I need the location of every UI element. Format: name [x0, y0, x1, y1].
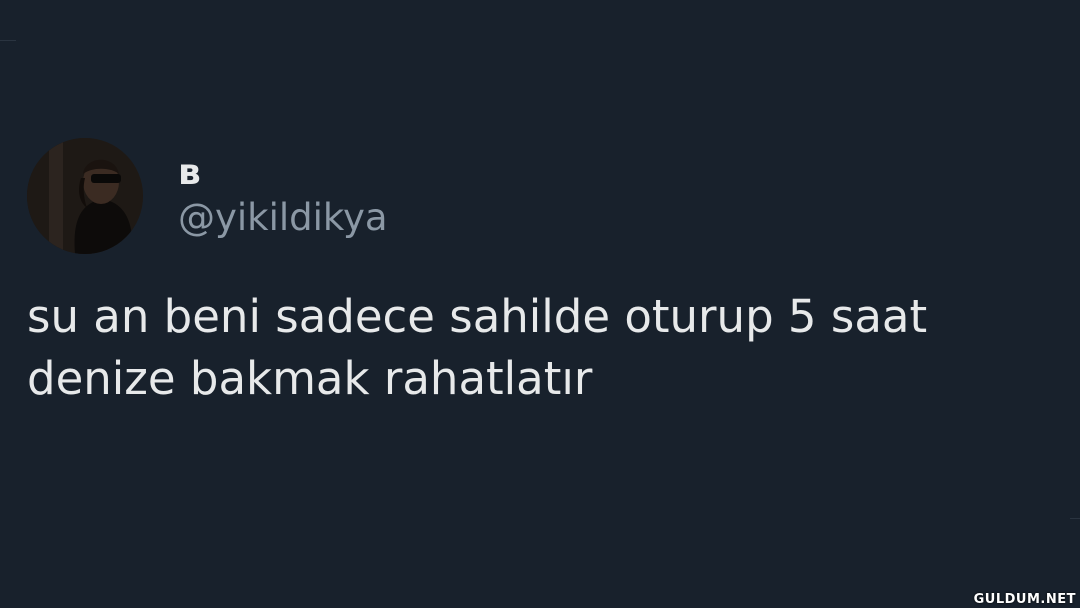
watermark-logo: GULDUM.NET [973, 592, 1076, 607]
display-name[interactable]: ʙ [178, 152, 388, 194]
avatar-image [27, 138, 143, 254]
avatar[interactable] [27, 138, 143, 254]
tweet-text: su an beni sadece sahilde oturup 5 saat … [27, 290, 928, 405]
divider-top-left [0, 40, 16, 41]
tweet-header: ʙ @yikildikya [27, 138, 1047, 254]
username-handle[interactable]: @yikildikya [178, 196, 388, 240]
user-names: ʙ @yikildikya [178, 152, 388, 240]
divider-right [1070, 518, 1080, 519]
tweet-card: ʙ @yikildikya su an beni sadece sahilde … [27, 138, 1047, 410]
